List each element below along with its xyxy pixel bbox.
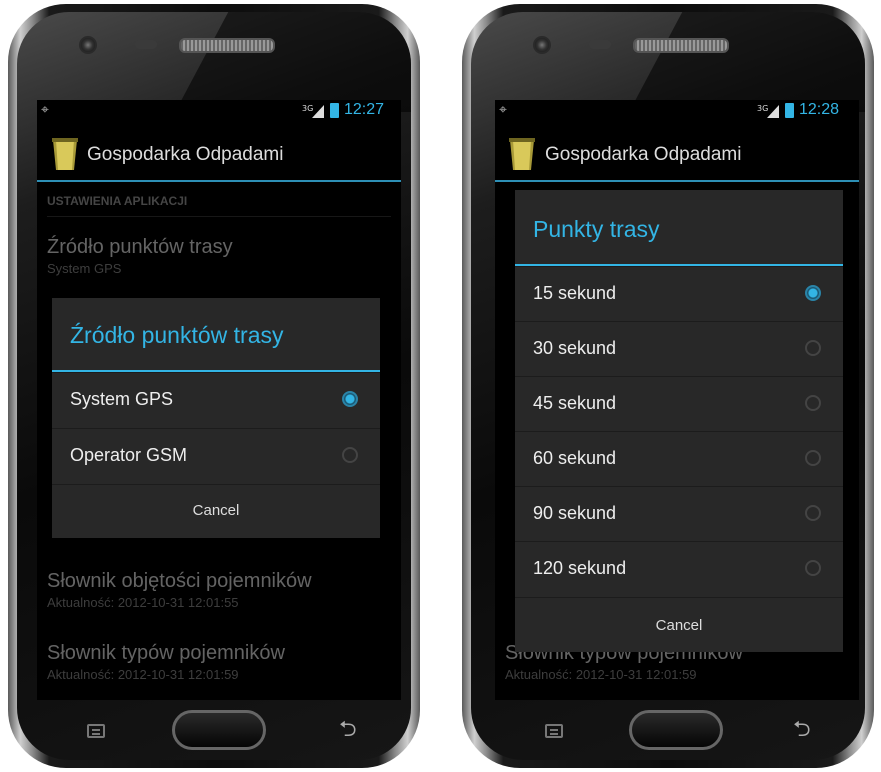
battery-icon	[785, 103, 794, 118]
back-icon[interactable]: ⮌	[793, 719, 811, 741]
pref-summary: Aktualność: 2012-10-31 12:01:59	[47, 667, 239, 682]
camera-icon	[79, 36, 97, 54]
left-phone-bezel: ⌖ 3G 12:27 Gospodarka Odpadami USTAWIENI…	[17, 12, 411, 760]
radio-unselected-icon[interactable]	[805, 340, 821, 356]
option-45-seconds[interactable]: 45 sekund	[515, 376, 843, 432]
sensor	[135, 40, 157, 49]
pref-route-source[interactable]: Źródło punktów trasy System GPS	[47, 236, 391, 276]
route-points-dialog: Punkty trasy 15 sekund 30 sekund 45 seku…	[515, 190, 843, 652]
left-phone: ⌖ 3G 12:27 Gospodarka Odpadami USTAWIENI…	[8, 4, 420, 768]
waste-bin-icon	[509, 138, 535, 170]
glare	[629, 12, 865, 112]
back-icon[interactable]: ⮌	[339, 719, 357, 741]
option-label: 45 sekund	[533, 393, 617, 413]
option-label: System GPS	[70, 389, 174, 409]
category-header: USTAWIENIA APLIKACJI	[47, 194, 391, 217]
radio-unselected-icon[interactable]	[805, 560, 821, 576]
pref-title: Słownik objętości pojemników	[47, 570, 312, 592]
option-90-seconds[interactable]: 90 sekund	[515, 486, 843, 542]
sensor	[589, 40, 611, 49]
camera-icon	[533, 36, 551, 54]
signal-icon	[312, 105, 324, 118]
option-label: 120 sekund	[533, 558, 627, 578]
action-bar: Gospodarka Odpadami	[37, 130, 401, 182]
waste-bin-icon	[52, 138, 78, 170]
pref-title: Źródło punktów trasy	[47, 236, 233, 258]
route-source-dialog: Źródło punktów trasy System GPS Operator…	[52, 298, 380, 538]
dialog-title: Punkty trasy	[533, 216, 660, 242]
cancel-button[interactable]: Cancel	[515, 597, 843, 653]
status-bar: ⌖ 3G 12:28	[495, 100, 859, 122]
signal-icon	[767, 105, 779, 118]
hardware-buttons: ⮌	[17, 702, 411, 760]
battery-icon	[330, 103, 339, 118]
home-button[interactable]	[629, 710, 723, 750]
radio-selected-icon[interactable]	[805, 285, 821, 301]
option-label: 30 sekund	[533, 338, 617, 358]
radio-unselected-icon[interactable]	[805, 395, 821, 411]
gps-icon: ⌖	[41, 102, 49, 118]
right-phone: ⌖ 3G 12:28 Gospodarka Odpadami Słownik t…	[462, 4, 874, 768]
action-bar: Gospodarka Odpadami	[495, 130, 859, 182]
status-bar: ⌖ 3G 12:27	[37, 100, 401, 122]
option-60-seconds[interactable]: 60 sekund	[515, 431, 843, 487]
speaker-grille	[633, 38, 729, 53]
option-120-seconds[interactable]: 120 sekund	[515, 541, 843, 597]
menu-icon[interactable]	[87, 724, 105, 738]
option-label: 60 sekund	[533, 448, 617, 468]
pref-summary: Aktualność: 2012-10-31 12:01:59	[505, 667, 697, 682]
speaker-grille	[179, 38, 275, 53]
pref-summary: System GPS	[47, 261, 122, 276]
pref-types-dictionary[interactable]: Słownik typów pojemników Aktualność: 201…	[47, 642, 391, 682]
radio-unselected-icon[interactable]	[342, 447, 358, 463]
option-label: 15 sekund	[533, 283, 617, 303]
option-label: Operator GSM	[70, 445, 188, 465]
right-phone-bezel: ⌖ 3G 12:28 Gospodarka Odpadami Słownik t…	[471, 12, 865, 760]
option-15-seconds[interactable]: 15 sekund	[515, 266, 843, 322]
option-label: 90 sekund	[533, 503, 617, 523]
app-title: Gospodarka Odpadami	[545, 144, 742, 165]
home-button[interactable]	[172, 710, 266, 750]
option-operator-gsm[interactable]: Operator GSM	[52, 428, 380, 484]
cancel-button[interactable]: Cancel	[52, 484, 380, 537]
hardware-buttons: ⮌	[471, 702, 865, 760]
gps-icon: ⌖	[499, 102, 507, 118]
dialog-title: Źródło punktów trasy	[70, 322, 284, 348]
option-30-seconds[interactable]: 30 sekund	[515, 321, 843, 377]
left-screen: ⌖ 3G 12:27 Gospodarka Odpadami USTAWIENI…	[37, 100, 401, 700]
app-title: Gospodarka Odpadami	[87, 144, 284, 165]
option-system-gps[interactable]: System GPS	[52, 372, 380, 428]
clock: 12:27	[344, 101, 385, 118]
pref-volume-dictionary[interactable]: Słownik objętości pojemników Aktualność:…	[47, 570, 391, 610]
pref-title: Słownik typów pojemników	[47, 642, 285, 664]
glare	[175, 12, 411, 112]
radio-unselected-icon[interactable]	[805, 505, 821, 521]
radio-selected-icon[interactable]	[342, 391, 358, 407]
clock: 12:28	[799, 101, 840, 118]
menu-icon[interactable]	[545, 724, 563, 738]
radio-unselected-icon[interactable]	[805, 450, 821, 466]
right-screen: ⌖ 3G 12:28 Gospodarka Odpadami Słownik t…	[495, 100, 859, 700]
pref-summary: Aktualność: 2012-10-31 12:01:55	[47, 595, 239, 610]
